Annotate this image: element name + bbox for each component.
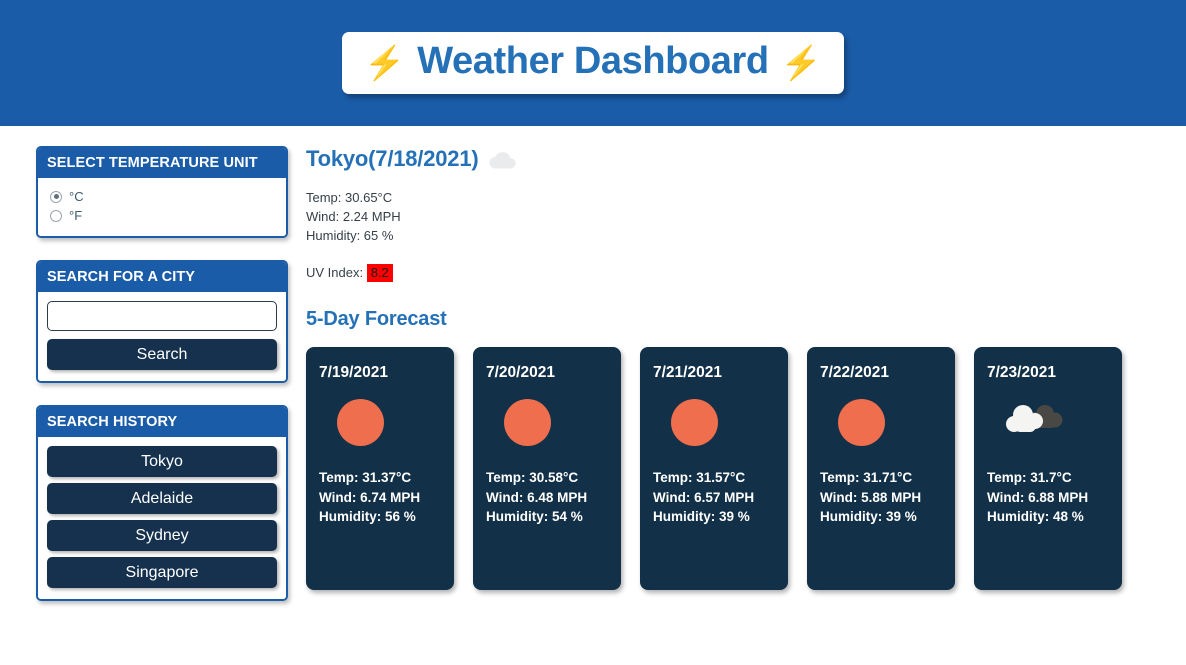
forecast-temp: Temp: 31.57°C [653,470,746,485]
search-history-panel: SEARCH HISTORY Tokyo Adelaide Sydney Sin… [36,405,288,601]
forecast-card: 7/19/2021 Temp: 31.37°C Wind: 6.74 MPH H… [306,347,454,590]
forecast-stats: Temp: 31.7°C Wind: 6.88 MPH Humidity: 48… [987,468,1109,527]
radio-option-fahrenheit[interactable]: °F [47,206,277,225]
search-button[interactable]: Search [47,339,277,370]
temperature-unit-heading: SELECT TEMPERATURE UNIT [38,148,286,178]
radio-option-celsius[interactable]: °C [47,187,277,206]
history-item-singapore[interactable]: Singapore [47,557,277,588]
forecast-temp: Temp: 31.7°C [987,470,1072,485]
current-city-date: Tokyo(7/18/2021) [306,146,479,171]
forecast-temp: Temp: 31.37°C [319,470,412,485]
forecast-stats: Temp: 31.57°C Wind: 6.57 MPH Humidity: 3… [653,468,775,527]
uv-index-label: UV Index: [306,265,364,280]
page-body: SELECT TEMPERATURE UNIT °C °F SEARCH FOR… [0,126,1186,623]
main-content: Tokyo(7/18/2021) Temp: 30.65°C Wind: 2.2… [300,146,1186,623]
forecast-card-list: 7/19/2021 Temp: 31.37°C Wind: 6.74 MPH H… [306,347,1166,590]
lightning-bolt-icon-right: ⚡ [780,44,822,81]
forecast-temp: Temp: 30.58°C [486,470,579,485]
sidebar: SELECT TEMPERATURE UNIT °C °F SEARCH FOR… [0,146,300,623]
app-title-plate: ⚡ Weather Dashboard ⚡ [342,32,844,94]
forecast-stats: Temp: 31.37°C Wind: 6.74 MPH Humidity: 5… [319,468,441,527]
forecast-humidity: Humidity: 48 % [987,509,1084,524]
city-search-panel: SEARCH FOR A CITY Search [36,260,288,383]
forecast-card: 7/20/2021 Temp: 30.58°C Wind: 6.48 MPH H… [473,347,621,590]
forecast-date: 7/19/2021 [319,364,388,381]
current-weather-header: Tokyo(7/18/2021) [306,146,1166,172]
forecast-wind: Wind: 6.48 MPH [486,489,588,505]
forecast-stats: Temp: 31.71°C Wind: 5.88 MPH Humidity: 3… [820,468,942,527]
history-item-tokyo[interactable]: Tokyo [47,446,277,477]
sun-icon [820,386,942,458]
forecast-temp: Temp: 31.71°C [820,470,913,485]
page-title: Weather Dashboard [417,40,769,82]
forecast-wind: Wind: 6.74 MPH [319,489,421,505]
forecast-heading: 5-Day Forecast [306,308,447,330]
radio-label-celsius: °C [69,189,84,204]
city-search-input[interactable] [47,301,277,331]
uv-index-row: UV Index: 8.2 [306,264,1166,282]
history-item-adelaide[interactable]: Adelaide [47,483,277,514]
current-wind: Wind: 2.24 MPH [306,209,401,224]
current-temp: Temp: 30.65°C [306,190,393,205]
forecast-card: 7/21/2021 Temp: 31.57°C Wind: 6.57 MPH H… [640,347,788,590]
search-history-list: Tokyo Adelaide Sydney Singapore [38,437,286,599]
sun-icon [486,386,608,458]
forecast-card: 7/23/2021 Temp: 31.7°C Wind: 6.88 MPH Hu… [974,347,1122,590]
temperature-unit-options: °C °F [38,178,286,236]
forecast-date: 7/22/2021 [820,364,889,381]
forecast-date: 7/23/2021 [987,364,1056,381]
sun-icon [319,386,441,458]
forecast-wind: Wind: 6.88 MPH [987,489,1089,505]
forecast-date: 7/21/2021 [653,364,722,381]
forecast-wind: Wind: 6.57 MPH [653,489,755,505]
current-conditions: Temp: 30.65°C Wind: 2.24 MPH Humidity: 6… [306,188,1166,245]
current-humidity: Humidity: 65 % [306,228,394,243]
city-search-body: Search [38,292,286,381]
lightning-bolt-icon-left: ⚡ [364,44,406,81]
forecast-humidity: Humidity: 54 % [486,509,583,524]
cloud-icon [487,149,517,170]
broken-clouds-icon [987,386,1109,458]
forecast-humidity: Humidity: 56 % [319,509,416,524]
forecast-card: 7/22/2021 Temp: 31.71°C Wind: 5.88 MPH H… [807,347,955,590]
history-item-sydney[interactable]: Sydney [47,520,277,551]
sun-icon [653,386,775,458]
radio-indicator-celsius[interactable] [50,190,62,203]
app-header-banner: ⚡ Weather Dashboard ⚡ [0,0,1186,126]
forecast-stats: Temp: 30.58°C Wind: 6.48 MPH Humidity: 5… [486,468,608,527]
radio-label-fahrenheit: °F [69,208,83,223]
city-search-heading: SEARCH FOR A CITY [38,262,286,292]
forecast-wind: Wind: 5.88 MPH [820,489,922,505]
radio-indicator-fahrenheit[interactable] [50,209,62,222]
forecast-humidity: Humidity: 39 % [820,509,917,524]
uv-index-badge: 8.2 [366,264,393,282]
search-history-heading: SEARCH HISTORY [38,407,286,437]
forecast-humidity: Humidity: 39 % [653,509,750,524]
forecast-date: 7/20/2021 [486,364,555,381]
temperature-unit-panel: SELECT TEMPERATURE UNIT °C °F [36,146,288,238]
